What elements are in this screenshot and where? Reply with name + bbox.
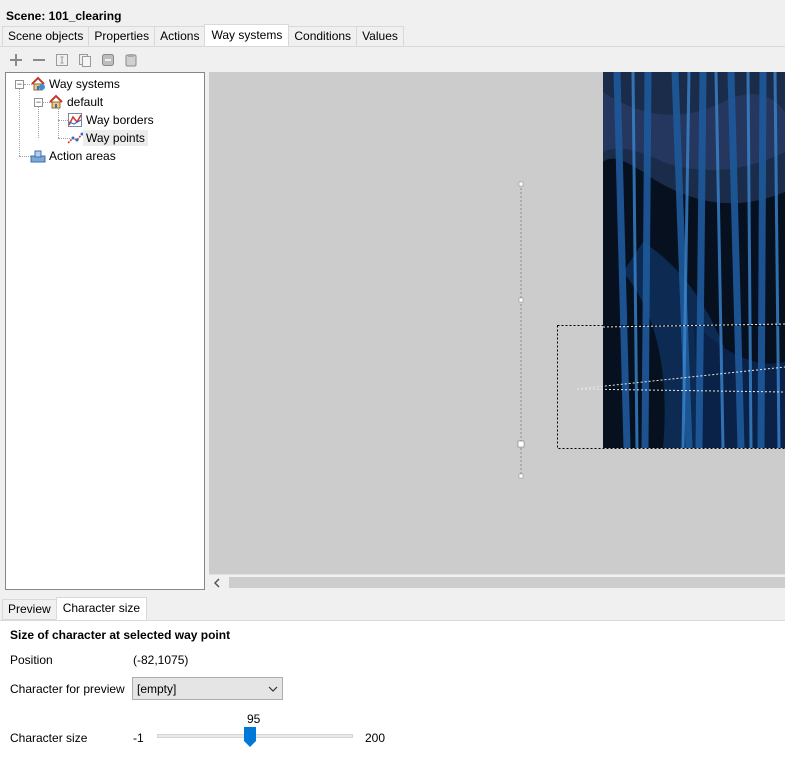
- tree-item-label: Way borders: [86, 113, 154, 127]
- slider-max-label: 200: [365, 731, 386, 745]
- tree-item-label: Way points: [83, 130, 148, 146]
- copy-button[interactable]: [75, 51, 94, 70]
- character-size-panel: [0, 621, 785, 780]
- collapse-default-toggle[interactable]: −: [34, 98, 43, 107]
- border-graph-icon: [68, 113, 82, 127]
- slider-value-label: 95: [247, 712, 261, 726]
- tab-conditions[interactable]: Conditions: [288, 26, 358, 47]
- tree-item-action-areas[interactable]: Action areas: [30, 147, 119, 165]
- add-button[interactable]: [6, 51, 25, 70]
- collapse-way-systems-toggle[interactable]: −: [15, 80, 24, 89]
- paste-icon: [125, 54, 136, 67]
- main-tabs: Scene objects Properties Actions Way sys…: [2, 24, 404, 47]
- position-value: (-82,1075): [133, 653, 189, 667]
- toolbar: [6, 50, 140, 70]
- tree-item-way-points[interactable]: Way points: [67, 129, 148, 147]
- way-point-overlay: [517, 181, 785, 479]
- character-size-heading: Size of character at selected way point: [10, 628, 231, 642]
- tree-item-label: Way systems: [49, 77, 120, 91]
- rename-icon: [55, 54, 68, 66]
- chevron-left-icon[interactable]: [213, 578, 221, 588]
- chevron-down-icon: [268, 686, 278, 692]
- remove-icon: [32, 59, 45, 61]
- house-icon: [49, 94, 63, 109]
- tab-values[interactable]: Values: [356, 26, 404, 47]
- tab-properties[interactable]: Properties: [88, 26, 156, 47]
- slider-min-label: -1: [133, 731, 144, 745]
- rename-button[interactable]: [52, 51, 71, 70]
- character-preview-selected: [empty]: [137, 681, 177, 696]
- tab-actions[interactable]: Actions: [154, 26, 206, 47]
- copy-icon: [78, 54, 91, 67]
- tree-item-default[interactable]: default: [48, 93, 106, 111]
- way-systems-tree[interactable]: − − Way systems default Way borders Way …: [5, 72, 205, 590]
- tree-item-way-borders[interactable]: Way borders: [67, 111, 157, 129]
- tabs-divider: [0, 46, 785, 47]
- tree-item-label: default: [67, 95, 104, 109]
- position-label: Position: [10, 653, 53, 667]
- cut-icon: [101, 54, 114, 66]
- tab-scene-objects[interactable]: Scene objects: [2, 26, 90, 47]
- character-preview-label: Character for preview: [10, 682, 125, 696]
- house-icon: [31, 76, 45, 91]
- add-icon: [9, 54, 22, 66]
- cut-button[interactable]: [98, 51, 117, 70]
- scrollbar-thumb[interactable]: [229, 577, 785, 588]
- tab-preview[interactable]: Preview: [2, 599, 57, 620]
- area-icon: [30, 150, 46, 163]
- remove-button[interactable]: [29, 51, 48, 70]
- scene-canvas[interactable]: [209, 72, 785, 574]
- tree-item-way-systems[interactable]: Way systems: [30, 75, 123, 93]
- scene-title: Scene: 101_clearing: [6, 9, 122, 23]
- character-size-slider-thumb[interactable]: [244, 727, 256, 747]
- paste-button[interactable]: [121, 51, 140, 70]
- bottom-tabs: Preview Character size: [2, 597, 148, 620]
- tab-character-size[interactable]: Character size: [55, 597, 148, 620]
- tree-item-label: Action areas: [49, 149, 116, 163]
- tab-way-systems[interactable]: Way systems: [204, 24, 290, 47]
- character-preview-select[interactable]: [empty]: [132, 677, 283, 700]
- character-size-label: Character size: [10, 731, 88, 745]
- points-graph-icon: [67, 132, 83, 144]
